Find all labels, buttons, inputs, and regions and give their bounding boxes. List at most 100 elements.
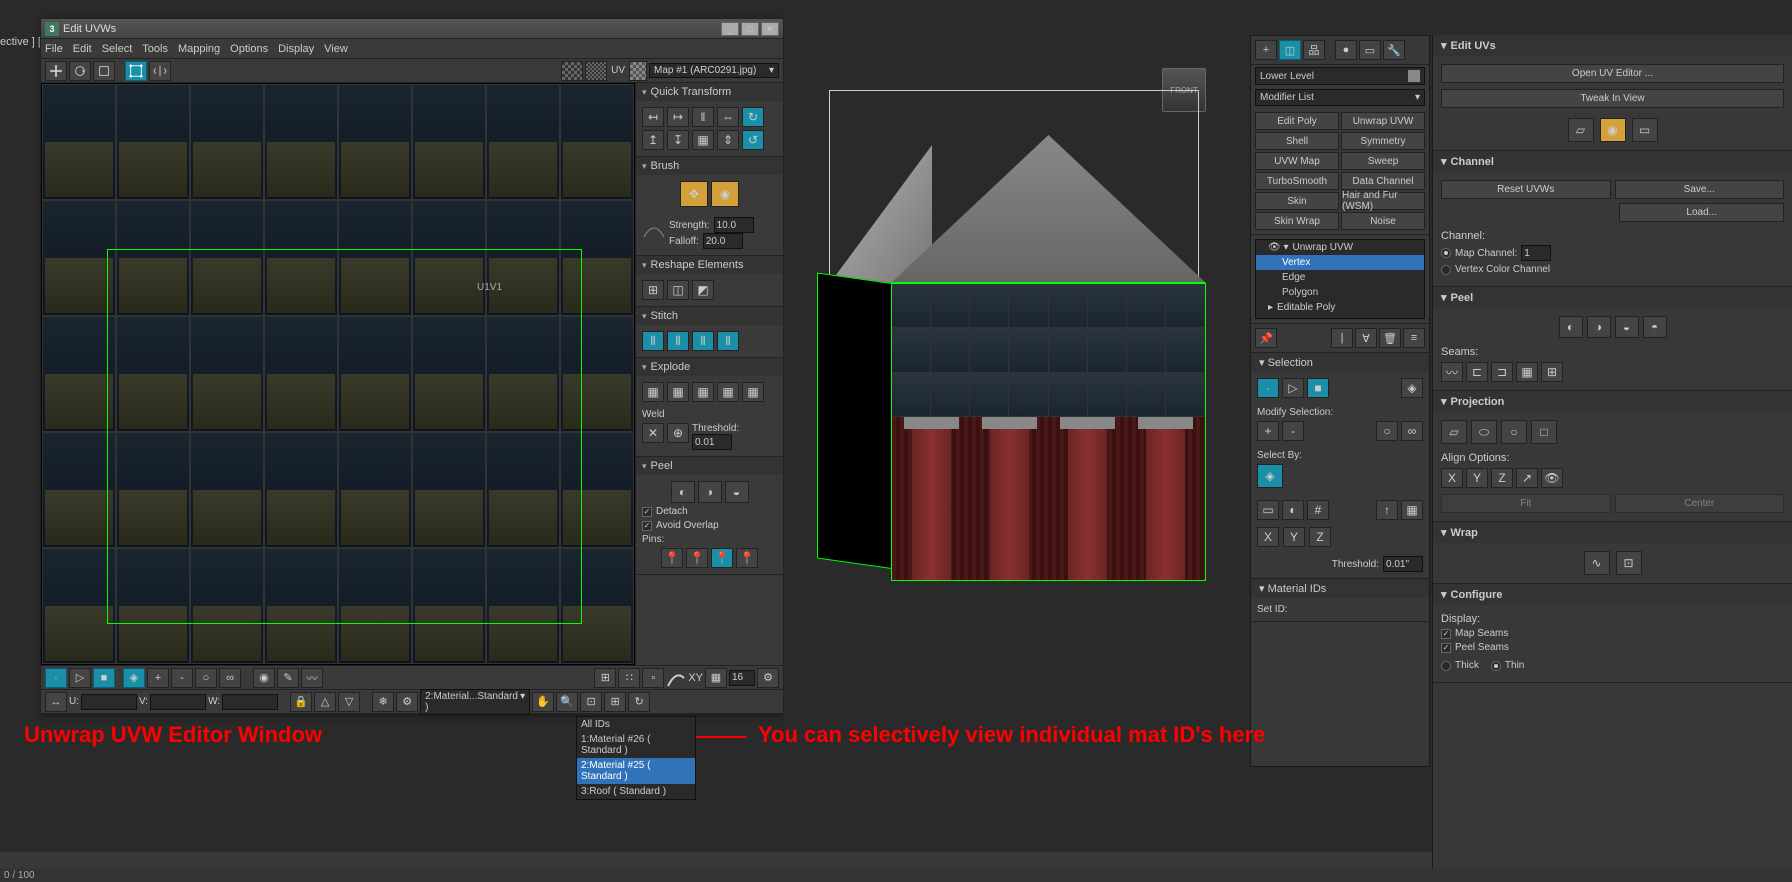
- close-button[interactable]: ✕: [761, 22, 779, 36]
- minimize-button[interactable]: _: [721, 22, 739, 36]
- shrink-icon[interactable]: -: [1282, 421, 1304, 441]
- cmd-peel-3-icon[interactable]: ◒: [1615, 316, 1639, 338]
- utilities-tab-icon[interactable]: 🔧: [1383, 40, 1405, 60]
- wrap-unfold-icon[interactable]: ⊡: [1616, 551, 1642, 575]
- mat-opt-all[interactable]: All IDs: [577, 717, 695, 732]
- mat-opt-3[interactable]: 3:Roof ( Standard ): [577, 784, 695, 799]
- axis-z-icon[interactable]: Z: [1309, 527, 1331, 547]
- zoom-extents-icon[interactable]: ⊞: [604, 692, 626, 712]
- mod-hairfur[interactable]: Hair and Fur (WSM): [1341, 192, 1425, 210]
- map-dropdown[interactable]: Map #1 (ARC0291.jpg)▾: [649, 63, 779, 78]
- grid-icon[interactable]: ▦: [692, 130, 714, 150]
- rotate-ccw-icon[interactable]: ↺: [742, 130, 764, 150]
- zoom-region-icon[interactable]: ⊡: [580, 692, 602, 712]
- sel-element-icon[interactable]: ◈: [1401, 378, 1423, 398]
- rollout-stitch[interactable]: Stitch: [636, 307, 783, 325]
- sel-vertex-icon[interactable]: ·: [1257, 378, 1279, 398]
- menu-mapping[interactable]: Mapping: [178, 43, 220, 55]
- weld-2-icon[interactable]: ⊕: [667, 423, 689, 443]
- freeform-tool[interactable]: [125, 61, 147, 81]
- align-top-icon[interactable]: ↥: [642, 130, 664, 150]
- softsel-icon[interactable]: ◉: [253, 668, 275, 688]
- stack-vertex[interactable]: Vertex: [1256, 255, 1424, 270]
- sel-loop-icon[interactable]: ∞: [219, 668, 241, 688]
- sel-edge-icon[interactable]: ▷: [1282, 378, 1304, 398]
- scale-tool[interactable]: [93, 61, 115, 81]
- weld-threshold-input[interactable]: [692, 434, 732, 450]
- absolute-icon[interactable]: △: [314, 692, 336, 712]
- uv-canvas[interactable]: U1V1: [41, 83, 635, 665]
- sel-threshold-input[interactable]: [1383, 556, 1423, 572]
- grow-icon[interactable]: +: [1257, 421, 1279, 441]
- explode-2-icon[interactable]: ▦: [667, 382, 689, 402]
- align-y-button[interactable]: Y: [1466, 468, 1488, 488]
- seam-1-icon[interactable]: 〰: [1441, 362, 1463, 382]
- menu-view[interactable]: View: [324, 43, 348, 55]
- wrap-spline-icon[interactable]: ∿: [1584, 551, 1610, 575]
- rotate-cw-icon[interactable]: ↻: [742, 107, 764, 127]
- stitch-2-icon[interactable]: ⫴: [667, 331, 689, 351]
- stack-edge[interactable]: Edge: [1256, 270, 1424, 285]
- remove-mod-icon[interactable]: 🗑: [1379, 328, 1401, 348]
- cmd-peel-4-icon[interactable]: ◓: [1643, 316, 1667, 338]
- map-channel-radio[interactable]: [1441, 248, 1451, 258]
- pin-1-icon[interactable]: 📍: [661, 548, 683, 568]
- edge-mode-icon[interactable]: ▷: [69, 668, 91, 688]
- show-result-icon[interactable]: |: [1331, 328, 1353, 348]
- motion-tab-icon[interactable]: ●: [1335, 40, 1357, 60]
- stitch-4-icon[interactable]: ⫴: [717, 331, 739, 351]
- axis-label[interactable]: XY: [688, 672, 703, 684]
- texture-icon[interactable]: [629, 61, 647, 81]
- make-unique-icon[interactable]: ∀: [1355, 328, 1377, 348]
- proj-planar-icon[interactable]: ▱: [1441, 420, 1467, 444]
- explode-3-icon[interactable]: ▦: [692, 382, 714, 402]
- window-titlebar[interactable]: 3 Edit UVWs _ □ ✕: [41, 19, 783, 39]
- sel-grow-icon[interactable]: +: [147, 668, 169, 688]
- align-x-button[interactable]: X: [1441, 468, 1463, 488]
- stitch-1-icon[interactable]: ⫴: [642, 331, 664, 351]
- align-z-button[interactable]: Z: [1491, 468, 1513, 488]
- element-mode-icon[interactable]: ◈: [123, 668, 145, 688]
- cmd-peel-1-icon[interactable]: ◐: [1559, 316, 1583, 338]
- menu-options[interactable]: Options: [230, 43, 268, 55]
- proj-box-icon[interactable]: □: [1531, 420, 1557, 444]
- options-icon[interactable]: ⚙: [757, 668, 779, 688]
- vertex-color-radio[interactable]: [1441, 265, 1451, 275]
- quick-box-icon[interactable]: ▭: [1632, 118, 1658, 142]
- stack-unwrap[interactable]: 👁 ▾Unwrap UVW: [1256, 240, 1424, 255]
- coord-u-input[interactable]: [81, 694, 137, 710]
- stack-polygon[interactable]: Polygon: [1256, 285, 1424, 300]
- 3d-model[interactable]: [819, 135, 1219, 595]
- peel-3-icon[interactable]: ◒: [725, 481, 749, 503]
- stitch-3-icon[interactable]: ⫴: [692, 331, 714, 351]
- modifier-list-dropdown[interactable]: Modifier List▾: [1255, 89, 1425, 106]
- cmd-peel-2-icon[interactable]: ◑: [1587, 316, 1611, 338]
- rollout-reshape[interactable]: Reshape Elements: [636, 256, 783, 274]
- ring-icon[interactable]: ○: [1376, 421, 1398, 441]
- grid-snap-icon[interactable]: ∷: [618, 668, 640, 688]
- uv-toggle[interactable]: UV: [611, 65, 625, 76]
- norm-icon[interactable]: ↑: [1376, 500, 1398, 520]
- checker-2[interactable]: [585, 61, 607, 81]
- material-id-dropdown[interactable]: 2:Material...Standard )▾: [420, 689, 530, 715]
- grid-count-input[interactable]: [729, 670, 755, 686]
- rollout-peel[interactable]: Peel: [636, 457, 783, 475]
- rollout-selection[interactable]: ▾ Selection: [1251, 353, 1429, 372]
- timeline-bar[interactable]: [0, 852, 1432, 868]
- pin-stack-icon[interactable]: 📌: [1255, 328, 1277, 348]
- face-mode-icon[interactable]: ■: [93, 668, 115, 688]
- pixel-snap-icon[interactable]: ▫: [642, 668, 664, 688]
- mod-sweep[interactable]: Sweep: [1341, 152, 1425, 170]
- tex-icon[interactable]: ▦: [1401, 500, 1423, 520]
- modifier-stack[interactable]: 👁 ▾Unwrap UVW Vertex Edge Polygon ▸Edita…: [1255, 239, 1425, 319]
- vertex-mode-icon[interactable]: ·: [45, 668, 67, 688]
- pin-3-icon[interactable]: 📍: [711, 548, 733, 568]
- open-uv-editor-button[interactable]: Open UV Editor ...: [1441, 64, 1784, 83]
- configure-sets-icon[interactable]: ≡: [1403, 328, 1425, 348]
- mat-opt-2[interactable]: 2:Material #25 ( Standard ): [577, 758, 695, 784]
- lock-icon[interactable]: 🔒: [290, 692, 312, 712]
- menu-tools[interactable]: Tools: [142, 43, 168, 55]
- rotate-tool[interactable]: [69, 61, 91, 81]
- display-tab-icon[interactable]: ▭: [1359, 40, 1381, 60]
- loop-icon[interactable]: ∞: [1401, 421, 1423, 441]
